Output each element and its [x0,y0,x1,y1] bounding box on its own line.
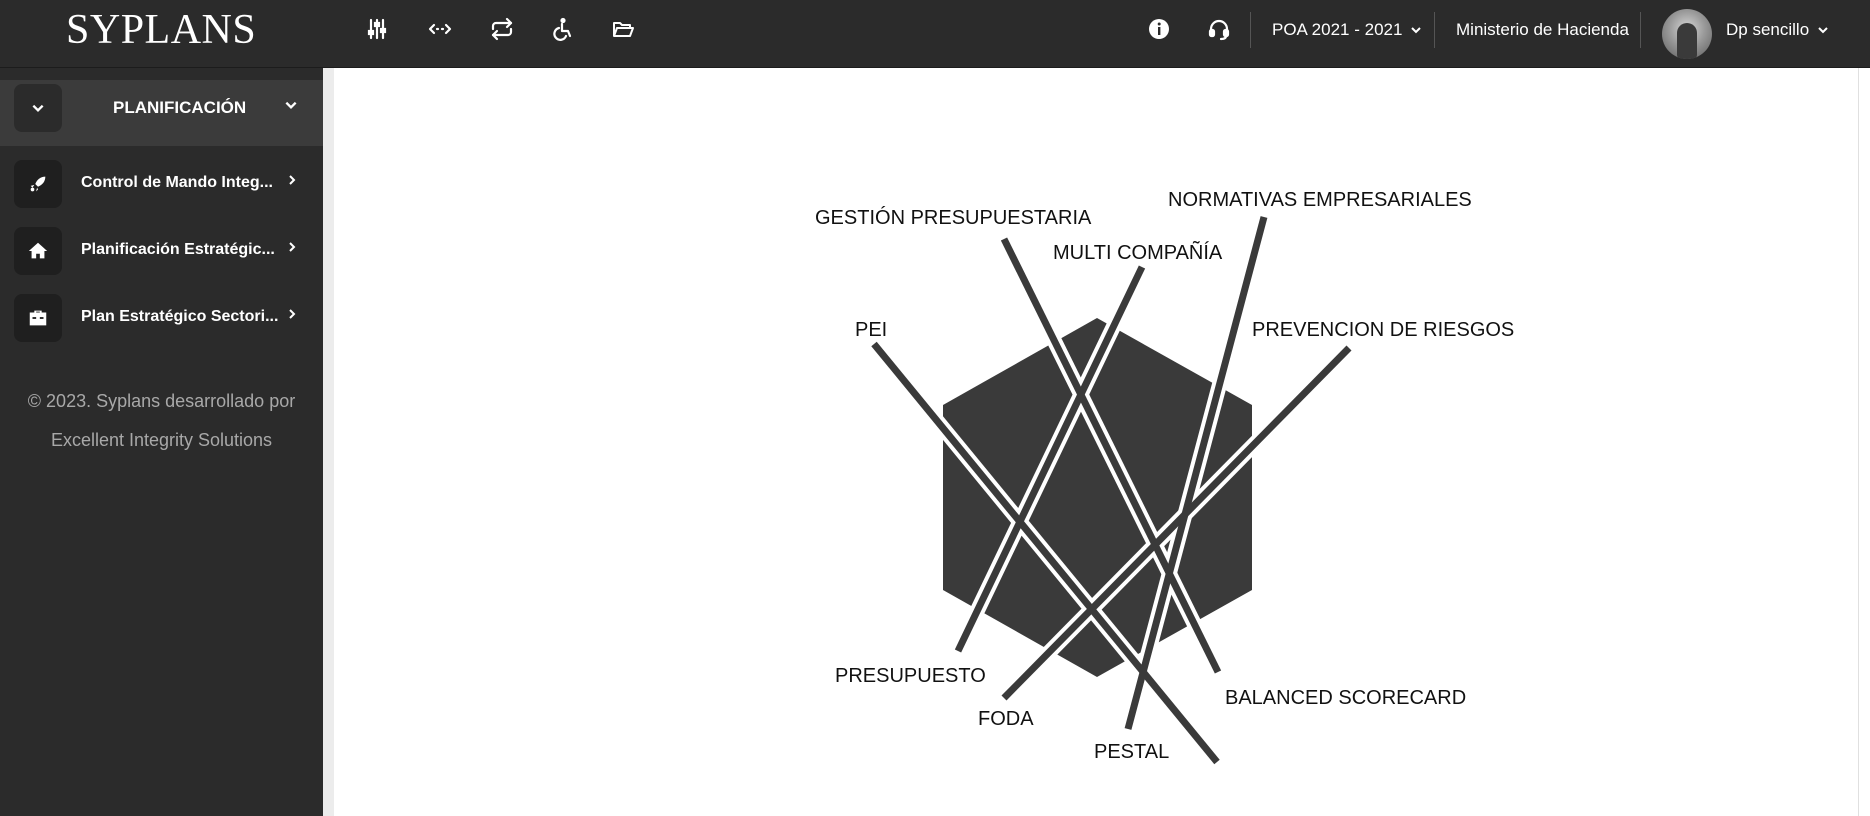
label-pestal: PESTAL [1094,741,1169,763]
label-gestion-presupuestaria: GESTIÓN PRESUPUESTARIA [815,206,1092,229]
modules-diagram: GESTIÓN PRESUPUESTARIA NORMATIVAS EMPRES… [815,189,1514,767]
label-multi-compania: MULTI COMPAÑÍA [1053,240,1223,264]
label-balanced-scorecard: BALANCED SCORECARD [1225,687,1466,709]
label-prevencion-de-riesgos: PREVENCION DE RIESGOS [1252,319,1514,341]
label-presupuesto: PRESUPUESTO [835,665,986,687]
label-foda: FODA [978,708,1034,730]
label-normativas-empresariales: NORMATIVAS EMPRESARIALES [1168,189,1472,211]
label-pei: PEI [855,319,887,341]
